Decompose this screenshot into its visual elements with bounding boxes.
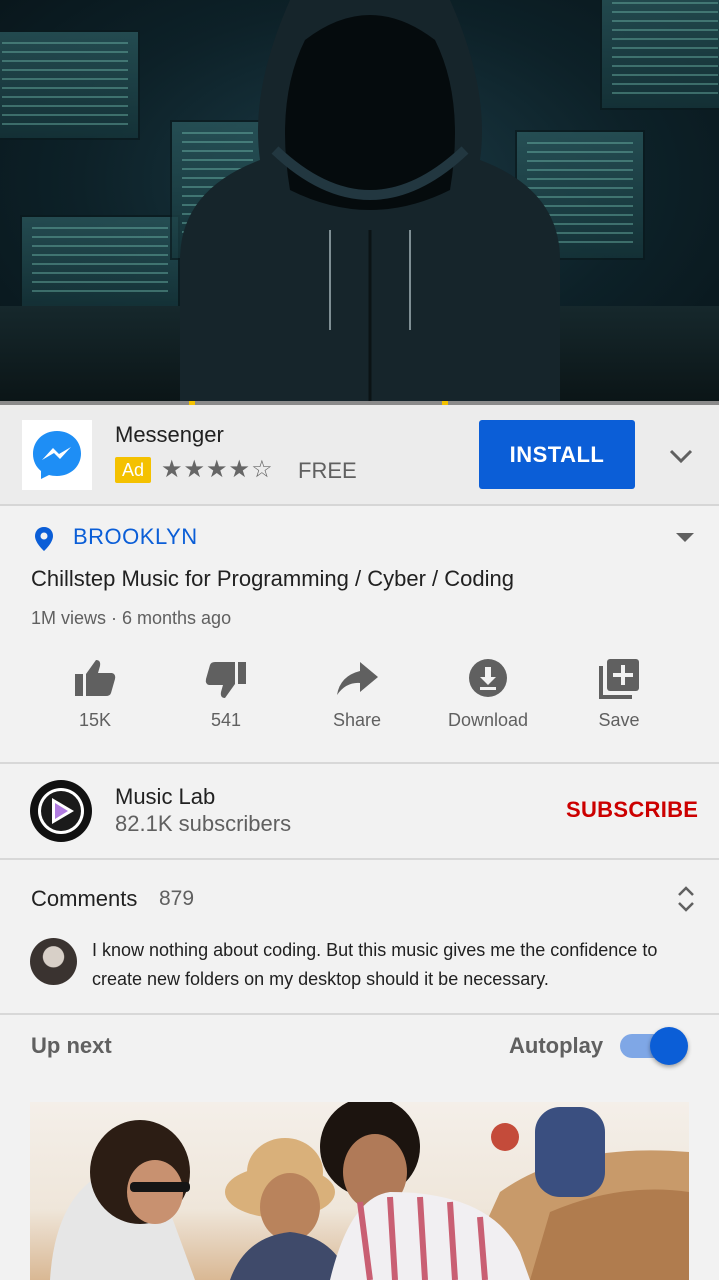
- share-button[interactable]: Share: [292, 656, 422, 731]
- music-lab-logo-icon: [38, 788, 84, 834]
- background-monitor: [600, 0, 719, 110]
- thumbnail-image: [50, 1102, 689, 1280]
- location-pin-icon: [35, 527, 53, 551]
- download-button[interactable]: Download: [423, 656, 553, 731]
- share-label: Share: [332, 710, 382, 730]
- hooded-figure: [180, 0, 560, 401]
- download-label: Download: [447, 710, 529, 730]
- dislike-button[interactable]: 541: [161, 656, 291, 731]
- video-meta: 1M views · 6 months ago: [31, 608, 232, 628]
- autoplay-label: Autoplay: [509, 1033, 604, 1058]
- subscriber-count: 82.1K subscribers: [115, 811, 292, 836]
- divider: [0, 762, 719, 764]
- comments-count: 879: [159, 887, 195, 910]
- ad-app-name: Messenger: [115, 422, 224, 447]
- up-next-label: Up next: [31, 1033, 112, 1058]
- ad-badge: Ad: [115, 457, 151, 483]
- dislike-count: 541: [210, 710, 242, 730]
- thumbs-up-icon: [75, 660, 116, 696]
- video-title: Chillstep Music for Programming / Cyber …: [31, 566, 514, 591]
- autoplay-toggle-knob[interactable]: [650, 1027, 688, 1065]
- divider: [0, 858, 719, 860]
- rating-stars: ★★★★☆: [161, 456, 274, 483]
- video-player[interactable]: [0, 0, 719, 401]
- thumbs-down-icon: [205, 662, 246, 698]
- chevron-down-icon[interactable]: [664, 441, 698, 471]
- save-button[interactable]: Save: [554, 656, 684, 731]
- expand-description-icon[interactable]: [676, 533, 694, 542]
- commenter-avatar: [30, 938, 77, 985]
- background-monitor: [0, 30, 140, 140]
- share-icon: [337, 662, 378, 695]
- messenger-logo-icon: [22, 420, 92, 490]
- ad-banner[interactable]: Messenger Ad ★★★★☆ FREE INSTALL: [0, 405, 719, 506]
- location-tag[interactable]: BROOKLYN: [73, 524, 198, 550]
- channel-avatar[interactable]: [30, 780, 92, 842]
- top-comment: I know nothing about coding. But this mu…: [92, 940, 658, 989]
- action-bar: 15K 541 Share Download Save: [30, 656, 690, 736]
- comments-label: Comments: [31, 886, 138, 911]
- up-next-thumbnail[interactable]: [30, 1102, 689, 1280]
- channel-name[interactable]: Music Lab: [115, 784, 215, 810]
- download-icon: [469, 659, 507, 697]
- playlist-add-icon: [599, 659, 639, 699]
- background-monitor: [20, 215, 180, 310]
- expand-collapse-icon[interactable]: [676, 884, 696, 914]
- subscribe-button[interactable]: SUBSCRIBE: [566, 797, 698, 823]
- ad-price: FREE: [298, 458, 357, 483]
- like-count: 15K: [78, 710, 112, 730]
- save-label: Save: [598, 710, 640, 730]
- like-button[interactable]: 15K: [30, 656, 160, 731]
- divider: [0, 1013, 719, 1015]
- install-button[interactable]: INSTALL: [479, 420, 635, 489]
